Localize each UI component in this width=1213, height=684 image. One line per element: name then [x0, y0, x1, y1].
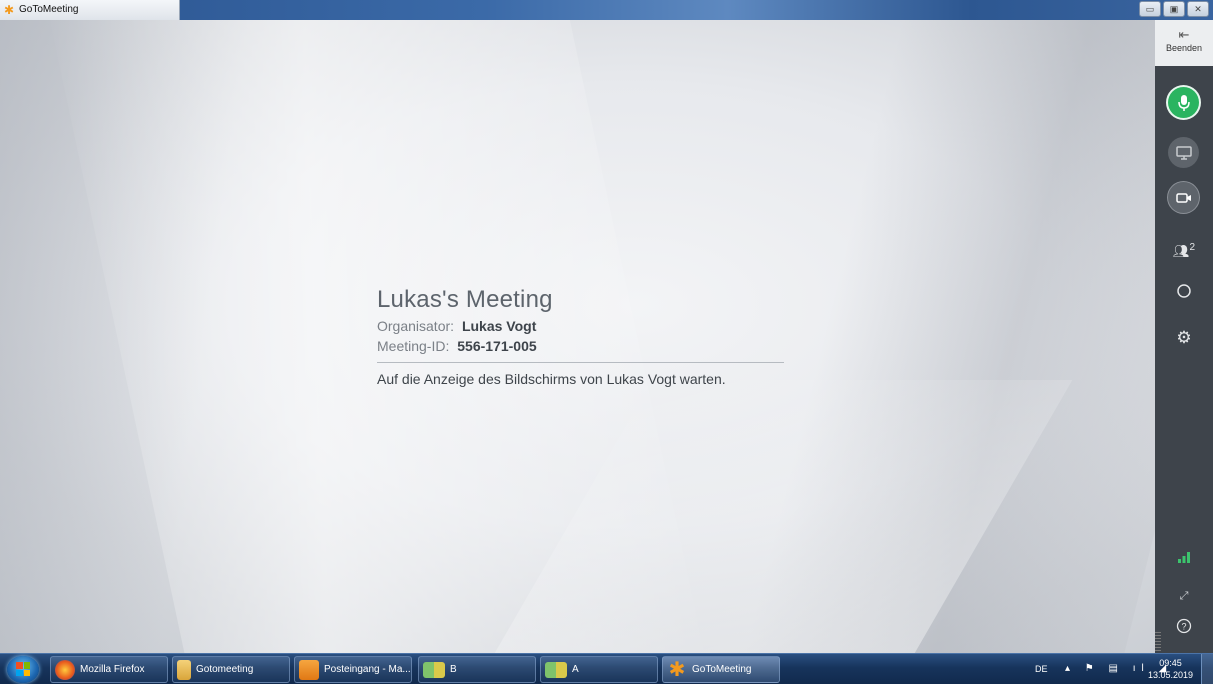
expand-icon: ⤢ — [1179, 590, 1189, 602]
exit-icon: ⇤ — [1178, 27, 1190, 42]
taskbar-item-outlook[interactable]: Posteingang - Ma... — [294, 656, 412, 683]
language-indicator[interactable]: DE — [1035, 664, 1048, 674]
meeting-id-row: Meeting-ID: 556-171-005 — [377, 338, 787, 354]
end-meeting-button[interactable]: ⇤ Beenden — [1155, 20, 1213, 66]
maximize-button[interactable]: ▣ — [1163, 1, 1185, 17]
meeting-info: Lukas's Meeting Organisator: Lukas Vogt … — [377, 286, 787, 387]
taskbar-item-label: Mozilla Firefox — [80, 664, 145, 675]
clock-time: 09:45 — [1159, 658, 1182, 668]
meeting-id-value: 556-171-005 — [457, 338, 537, 354]
gotomeeting-logo-icon: ✱ — [4, 3, 15, 17]
chat-button[interactable] — [1155, 283, 1213, 304]
microphone-icon — [1177, 94, 1190, 111]
gear-icon: ⚙ — [1176, 328, 1192, 347]
chat-icon — [1177, 284, 1191, 298]
taskbar-item-label: A — [572, 664, 579, 675]
participants-count: 2 — [1189, 242, 1196, 253]
system-tray: DE ▴ ⚑ ▤ ıl ◢ 09:45 13.05.2019 — [1023, 654, 1213, 684]
taskbar-item-b[interactable]: B — [418, 656, 536, 683]
camera-button[interactable] — [1168, 182, 1199, 213]
meeting-stage: Lukas's Meeting Organisator: Lukas Vogt … — [0, 20, 1155, 653]
microphone-button[interactable] — [1168, 87, 1199, 118]
end-meeting-label: Beenden — [1165, 43, 1203, 53]
help-button[interactable]: ? — [1155, 618, 1213, 639]
taskbar-item-a[interactable]: A — [540, 656, 658, 683]
control-sidebar: ⇤ Beenden 👥︎2 ⚙ ⤢ ? — [1155, 20, 1213, 653]
resize-grip[interactable] — [1155, 632, 1161, 653]
clock[interactable]: 09:45 13.05.2019 — [1148, 657, 1193, 681]
window-title-tab: ✱ GoToMeeting — [0, 0, 180, 20]
minimize-button[interactable]: ▭ — [1139, 1, 1161, 17]
settings-button[interactable]: ⚙ — [1155, 328, 1213, 348]
fullscreen-button[interactable]: ⤢ — [1155, 590, 1213, 603]
taskbar-item-gotomeeting[interactable]: ✱ GoToMeeting — [662, 656, 780, 683]
folder-icon — [177, 659, 191, 680]
window-title: GoToMeeting — [19, 4, 79, 15]
people-icon: 👥︎ — [1172, 243, 1190, 259]
clock-date: 13.05.2019 — [1147, 670, 1193, 680]
outlook-icon — [299, 659, 319, 680]
screen-share-button[interactable] — [1168, 137, 1199, 168]
close-button[interactable]: ✕ — [1187, 1, 1209, 17]
windows-logo-icon — [16, 662, 30, 676]
connection-quality-indicator — [1155, 550, 1213, 568]
taskbar-item-label: Posteingang - Ma... — [324, 664, 411, 675]
meeting-title: Lukas's Meeting — [377, 286, 553, 313]
divider — [377, 362, 784, 363]
organizer-name: Lukas Vogt — [461, 318, 537, 334]
network-app-icon — [545, 661, 567, 678]
camera-icon — [1175, 192, 1191, 203]
participants-button[interactable]: 👥︎2 — [1155, 242, 1213, 259]
taskbar-item-label: Gotomeeting — [196, 664, 254, 675]
taskbar-item-gotomeeting-folder[interactable]: Gotomeeting — [172, 656, 290, 683]
gotomeeting-icon: ✱ — [668, 658, 686, 681]
taskbar-item-label: GoToMeeting — [692, 664, 752, 675]
windows-taskbar: Mozilla Firefox Gotomeeting Posteingang … — [0, 653, 1213, 684]
organizer-label: Organisator: — [377, 318, 455, 334]
svg-text:?: ? — [1181, 622, 1186, 632]
help-icon: ? — [1176, 618, 1192, 634]
taskbar-item-firefox[interactable]: Mozilla Firefox — [50, 656, 168, 683]
firefox-icon — [55, 659, 75, 680]
network-app-icon — [423, 661, 445, 678]
waiting-message: Auf die Anzeige des Bildschirms von Luka… — [377, 371, 726, 387]
organizer-row: Organisator: Lukas Vogt — [377, 318, 787, 334]
window-titlebar: ✱ GoToMeeting ▭ ▣ ✕ — [0, 0, 1213, 20]
taskbar-item-label: B — [450, 664, 457, 675]
show-desktop-button[interactable] — [1201, 654, 1213, 684]
start-button[interactable] — [7, 656, 39, 683]
signal-bars-icon — [1178, 552, 1190, 563]
window-controls: ▭ ▣ ✕ — [1139, 1, 1209, 17]
monitor-icon — [1175, 145, 1192, 160]
meeting-id-label: Meeting-ID: — [377, 338, 450, 354]
